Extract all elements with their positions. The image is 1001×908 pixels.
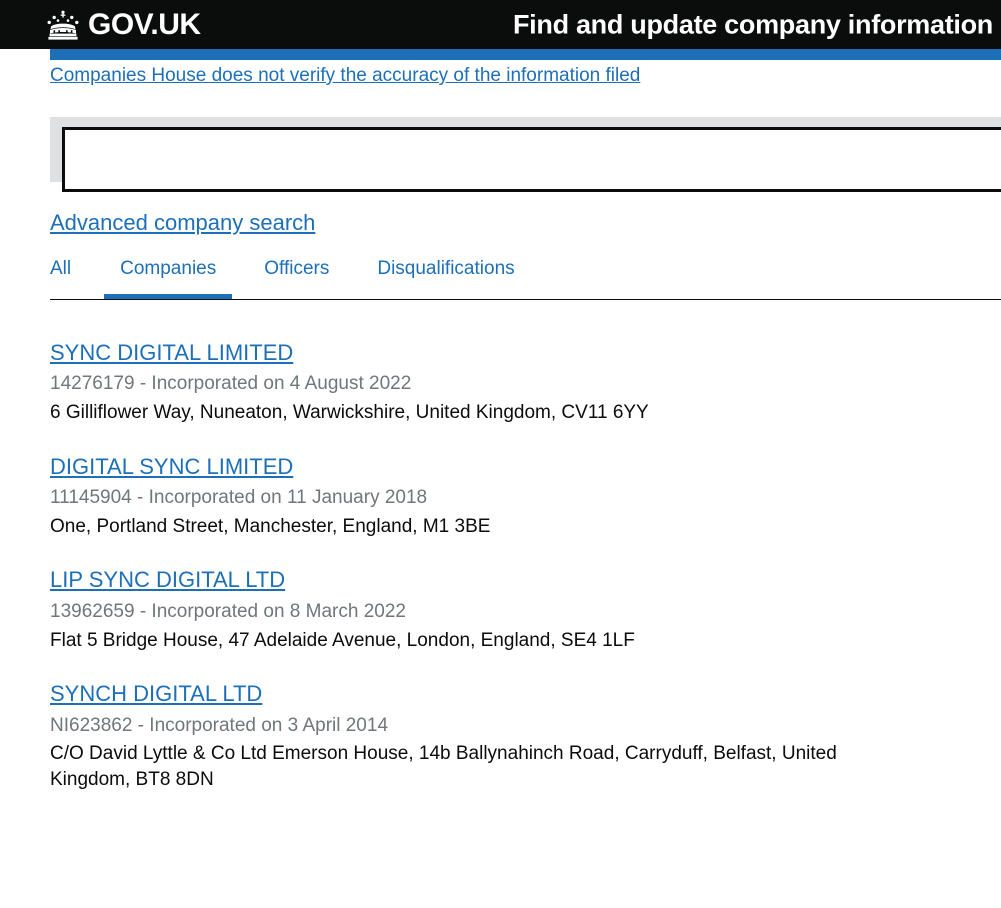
search-results-list: SYNC DIGITAL LIMITED 14276179 - Incorpor… (50, 340, 980, 793)
result-company-name-link[interactable]: LIP SYNC DIGITAL LTD (50, 567, 285, 593)
result-company-meta: 13962659 - Incorporated on 8 March 2022 (50, 600, 406, 622)
phase-strip (50, 49, 1001, 60)
search-result-tabs: All Companies Officers Disqualifications (50, 258, 1001, 300)
tab-all-link[interactable]: All (50, 258, 96, 280)
result-company-name-link[interactable]: SYNC DIGITAL LIMITED (50, 340, 293, 366)
result-item: LIP SYNC DIGITAL LTD 13962659 - Incorpor… (50, 567, 980, 653)
tab-disqualifications-link[interactable]: Disqualifications (353, 258, 538, 280)
tab-officers-link[interactable]: Officers (240, 258, 353, 280)
result-company-meta: NI623862 - Incorporated on 3 April 2014 (50, 714, 389, 736)
result-company-meta: 14276179 - Incorporated on 4 August 2022 (50, 373, 412, 395)
result-company-address: Flat 5 Bridge House, 47 Adelaide Avenue,… (50, 629, 635, 651)
tab-companies[interactable]: Companies (96, 258, 240, 299)
result-item: SYNC DIGITAL LIMITED 14276179 - Incorpor… (50, 340, 980, 426)
govuk-logo-text: GOV.UK (88, 7, 201, 41)
global-header: GOV.UK Find and update company informati… (0, 0, 1001, 49)
tab-companies-link[interactable]: Companies (96, 258, 240, 280)
tab-officers[interactable]: Officers (240, 258, 353, 299)
result-item: DIGITAL SYNC LIMITED 11145904 - Incorpor… (50, 454, 980, 540)
service-name: Find and update company information (512, 9, 993, 39)
result-company-name-link[interactable]: SYNCH DIGITAL LTD (50, 681, 262, 707)
result-item: SYNCH DIGITAL LTD NI623862 - Incorporate… (50, 681, 980, 792)
tabs-list: All Companies Officers Disqualifications (50, 258, 1001, 299)
accuracy-disclaimer-link[interactable]: Companies House does not verify the accu… (50, 65, 640, 86)
tab-all[interactable]: All (50, 258, 96, 299)
result-company-address: C/O David Lyttle & Co Ltd Emerson House,… (50, 743, 837, 790)
phase-banner: Companies House does not verify the accu… (0, 60, 1001, 87)
govuk-logo-link[interactable]: GOV.UK (44, 9, 201, 41)
crown-icon (44, 9, 82, 41)
tab-disqualifications[interactable]: Disqualifications (353, 258, 538, 299)
search-input[interactable] (62, 127, 1001, 192)
result-company-address: One, Portland Street, Manchester, Englan… (50, 515, 491, 537)
result-company-address: 6 Gilliflower Way, Nuneaton, Warwickshir… (50, 402, 649, 424)
result-company-meta: 11145904 - Incorporated on 11 January 20… (50, 487, 428, 509)
search-panel (50, 117, 1001, 192)
advanced-company-search-link[interactable]: Advanced company search (50, 210, 315, 235)
result-company-name-link[interactable]: DIGITAL SYNC LIMITED (50, 454, 293, 480)
phase-strip-container (0, 49, 1001, 60)
advanced-search-container: Advanced company search (50, 210, 1001, 236)
